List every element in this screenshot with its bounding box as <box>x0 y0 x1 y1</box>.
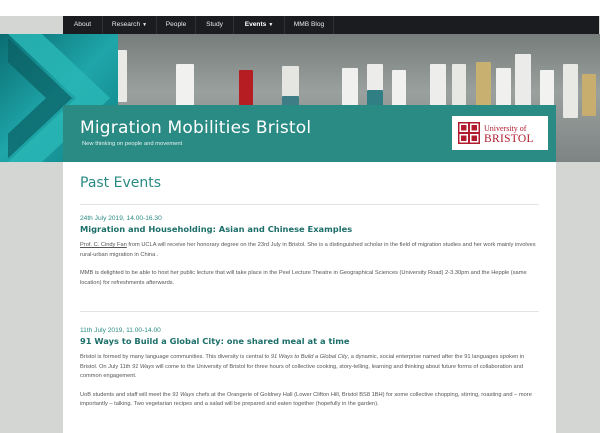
truck-shape <box>582 74 596 116</box>
event-title[interactable]: 91 Ways to Build a Global City: one shar… <box>80 336 540 346</box>
nav-label: People <box>165 21 187 28</box>
event-post: 11th July 2019, 11.00-14.00 91 Ways to B… <box>80 327 540 410</box>
speaker-link[interactable]: Prof. C. Cindy Fan <box>80 242 127 248</box>
event-text: Bristol is formed by many language commu… <box>80 354 271 360</box>
logo-text-university-of: University of <box>484 124 527 133</box>
event-paragraph: UoB students and staff will meet the 91 … <box>80 391 540 410</box>
nav-label: Study <box>206 21 223 28</box>
event-paragraph: Prof. C. Cindy Fan from UCLA will receiv… <box>80 241 540 260</box>
event-title[interactable]: Migration and Householding: Asian and Ch… <box>80 224 540 234</box>
page-title: Past Events <box>80 175 162 191</box>
event-date: 24th July 2019, 14.00-16.30 <box>80 215 162 222</box>
chevron-down-icon: ▼ <box>268 22 274 28</box>
university-of-bristol-logo[interactable]: University of BRISTOL <box>452 116 548 150</box>
nav-item-mmb-blog[interactable]: MMB Blog <box>285 16 334 34</box>
truck-shape <box>563 64 578 118</box>
university-crest-icon <box>458 122 480 144</box>
site-header-banner: Migration Mobilities Bristol New thinkin… <box>63 105 556 162</box>
nav-item-events[interactable]: Events ▼ <box>234 16 285 34</box>
event-text: UoB students and staff will meet the <box>80 391 173 398</box>
nav-item-about[interactable]: About <box>63 16 103 34</box>
event-text: from UCLA will receive her honorary degr… <box>80 242 536 258</box>
site-title[interactable]: Migration Mobilities Bristol <box>80 118 311 138</box>
event-post: 24th July 2019, 14.00-16.30 Migration an… <box>80 215 540 288</box>
event-text-italic: 91 Ways to Build a Global City <box>270 354 348 360</box>
truck-shape <box>452 64 466 110</box>
page-top-margin <box>0 0 600 16</box>
event-paragraph: Bristol is formed by many language commu… <box>80 353 540 382</box>
divider <box>80 204 539 205</box>
nav-item-study[interactable]: Study <box>196 16 234 34</box>
logo-text-bristol: BRISTOL <box>484 133 534 145</box>
nav-label: Research <box>111 21 141 28</box>
event-date: 11th July 2019, 11.00-14.00 <box>80 327 161 334</box>
event-text-italic: 91 Ways <box>132 363 155 370</box>
nav-item-research[interactable]: Research ▼ <box>103 16 157 34</box>
main-content: Past Events 24th July 2019, 14.00-16.30 … <box>63 162 556 433</box>
nav-item-people[interactable]: People <box>157 16 196 34</box>
truck-shape <box>476 62 491 110</box>
nav-label: Events <box>244 21 267 28</box>
truck-shape <box>239 70 253 110</box>
nav-label: About <box>73 21 92 28</box>
chevron-down-icon: ▼ <box>142 22 148 28</box>
main-navigation: About Research ▼ People Study Events ▼ MMB… <box>63 16 599 34</box>
site-tagline: New thinking on people and movement <box>82 141 183 147</box>
nav-label: MMB Blog <box>293 21 325 28</box>
truck-shape <box>176 64 194 109</box>
event-text-italic: 91 Ways <box>172 391 195 398</box>
event-paragraph: MMB is delighted to be able to host her … <box>80 269 540 288</box>
divider <box>80 311 539 312</box>
event-text: MMB is delighted to be able to host her … <box>80 270 527 286</box>
